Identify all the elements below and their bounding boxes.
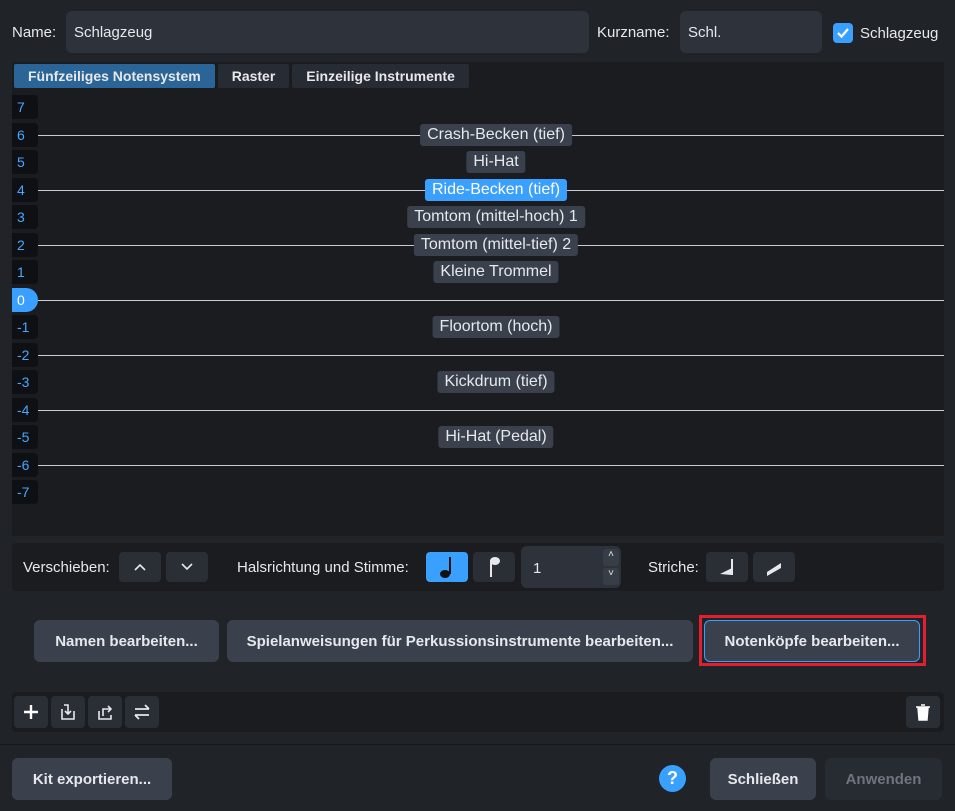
checkmark-icon bbox=[833, 23, 853, 43]
name-label: Name: bbox=[12, 24, 57, 41]
staff-line bbox=[38, 409, 944, 411]
divider bbox=[0, 744, 955, 745]
instrument-label[interactable]: Hi-Hat bbox=[466, 151, 526, 173]
instrument-label[interactable]: Tomtom (mittel-hoch) 1 bbox=[407, 206, 585, 228]
position-number[interactable]: 1 bbox=[12, 260, 38, 284]
move-up-button[interactable] bbox=[119, 552, 161, 582]
voice-value: 1 bbox=[533, 560, 542, 577]
position-number[interactable]: -5 bbox=[12, 425, 38, 449]
move-down-button[interactable] bbox=[166, 552, 208, 582]
name-input[interactable]: Schlagzeug bbox=[66, 11, 589, 53]
staff-editor[interactable]: 7 6 5 4 3 2 1 0 -1 -2 -3 -4 -5 -6 -7 Crash-Becken (tief… bbox=[12, 90, 944, 536]
staff-line bbox=[38, 299, 944, 301]
apply-button[interactable]: Anwenden bbox=[825, 758, 942, 800]
tab-grid[interactable]: Raster bbox=[217, 64, 290, 88]
tab-single-line[interactable]: Einzeilige Instrumente bbox=[292, 64, 469, 88]
stroke-two-button[interactable] bbox=[753, 552, 795, 582]
edit-techniques-button[interactable]: Spielanweisungen für Perkussionsinstrume… bbox=[227, 620, 693, 662]
short-name-input[interactable]: Schl. bbox=[680, 11, 822, 53]
edit-noteheads-button[interactable]: Notenköpfe bearbeiten... bbox=[704, 620, 920, 662]
add-button[interactable] bbox=[14, 696, 48, 728]
instrument-label[interactable]: Floortom (hoch) bbox=[432, 316, 560, 338]
position-number[interactable]: 7 bbox=[12, 95, 38, 119]
note-stem-down-icon bbox=[490, 557, 500, 577]
short-name-label: Kurzname: bbox=[597, 24, 670, 41]
staff-line bbox=[38, 354, 944, 356]
share-icon bbox=[98, 705, 113, 720]
instrument-label[interactable]: Ride-Becken (tief) bbox=[424, 178, 568, 201]
close-button[interactable]: Schließen bbox=[710, 758, 816, 800]
position-number[interactable]: 4 bbox=[12, 177, 38, 202]
position-number[interactable]: -1 bbox=[12, 315, 38, 339]
chevron-down-icon bbox=[181, 563, 193, 571]
import-button[interactable] bbox=[51, 696, 85, 728]
position-number[interactable]: -4 bbox=[12, 397, 38, 422]
stem-down-button[interactable] bbox=[473, 552, 515, 582]
stroke-one-button[interactable] bbox=[706, 552, 748, 582]
instrument-label[interactable]: Tomtom (mittel-tief) 2 bbox=[413, 233, 579, 256]
tab-bar: Fünfzeiliges Notensystem Raster Einzeili… bbox=[12, 62, 944, 90]
move-label: Verschieben: bbox=[23, 559, 110, 576]
drumset-checkbox[interactable]: Schlagzeug bbox=[833, 23, 938, 43]
instrument-label[interactable]: Kickdrum (tief) bbox=[437, 371, 555, 393]
tremolo-one-icon bbox=[720, 559, 733, 575]
swap-icon bbox=[134, 704, 150, 720]
edit-names-button[interactable]: Namen bearbeiten... bbox=[34, 620, 219, 662]
staff-line bbox=[38, 464, 944, 466]
position-number[interactable]: -3 bbox=[12, 370, 38, 394]
position-number[interactable]: -7 bbox=[12, 480, 38, 504]
kit-toolbar bbox=[12, 692, 944, 732]
plus-icon bbox=[24, 705, 38, 719]
position-number[interactable]: 6 bbox=[12, 122, 38, 147]
instrument-label[interactable]: Kleine Trommel bbox=[433, 261, 559, 283]
spin-up-icon[interactable]: ˄ bbox=[603, 549, 619, 566]
spin-down-icon[interactable]: ˅ bbox=[603, 568, 619, 585]
position-number[interactable]: 3 bbox=[12, 205, 38, 229]
strokes-label: Striche: bbox=[648, 559, 699, 576]
tab-five-line-staff[interactable]: Fünfzeiliges Notensystem bbox=[14, 64, 215, 88]
export-kit-button[interactable]: Kit exportieren... bbox=[12, 758, 172, 800]
help-button[interactable]: ? bbox=[659, 765, 686, 792]
tremolo-two-icon bbox=[767, 563, 781, 576]
export-button[interactable] bbox=[88, 696, 122, 728]
import-icon bbox=[61, 704, 75, 720]
checkbox-label: Schlagzeug bbox=[860, 24, 939, 42]
swap-button[interactable] bbox=[125, 696, 159, 728]
controls-bar: Verschieben: Halsrichtung und Stimme: 1 … bbox=[12, 543, 944, 591]
position-number[interactable]: 0 bbox=[12, 287, 38, 312]
stem-label: Halsrichtung und Stimme: bbox=[237, 559, 409, 576]
position-number[interactable]: 2 bbox=[12, 232, 38, 257]
voice-spinbox[interactable]: 1 ˄ ˅ bbox=[521, 546, 621, 588]
position-number[interactable]: 5 bbox=[12, 150, 38, 174]
position-number[interactable]: -2 bbox=[12, 342, 38, 367]
delete-button[interactable] bbox=[906, 696, 940, 728]
chevron-up-icon bbox=[134, 563, 146, 571]
position-number[interactable]: -6 bbox=[12, 452, 38, 477]
instrument-label[interactable]: Hi-Hat (Pedal) bbox=[438, 426, 554, 448]
note-stem-up-icon bbox=[440, 557, 451, 578]
trash-icon bbox=[916, 704, 930, 721]
instrument-label[interactable]: Crash-Becken (tief) bbox=[420, 123, 572, 146]
stem-up-button[interactable] bbox=[426, 552, 468, 582]
